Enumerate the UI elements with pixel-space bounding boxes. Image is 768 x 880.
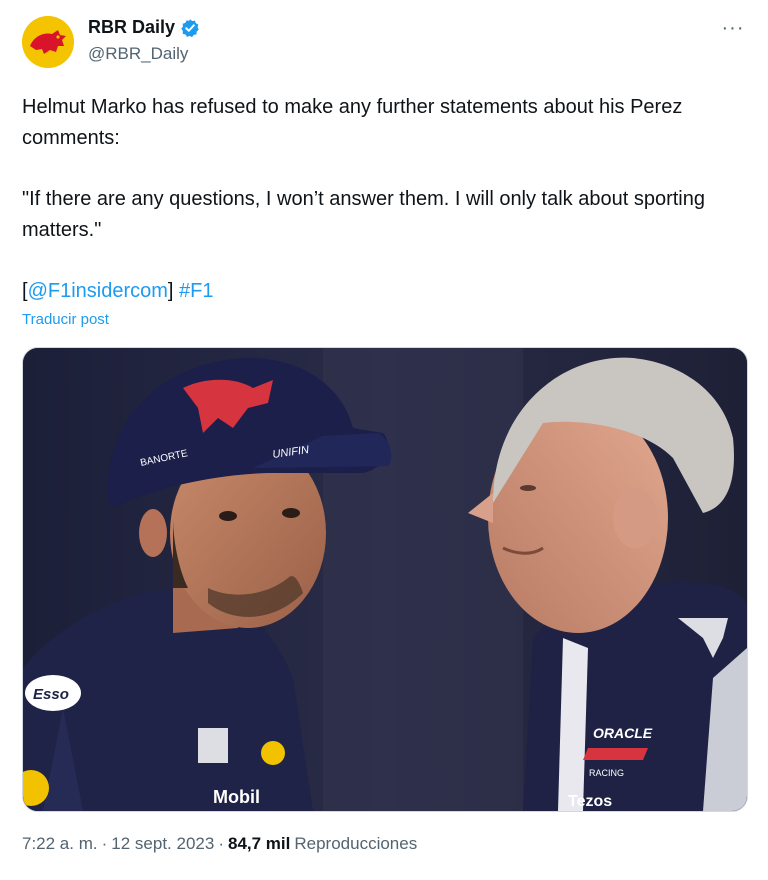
shirt-logo-racing: RACING	[589, 768, 624, 778]
views-count: 84,7 mil	[227, 834, 291, 853]
author-name-row[interactable]: RBR Daily	[88, 17, 200, 38]
tweet-time[interactable]: 7:22 a. m.	[22, 834, 98, 854]
bracket-close: ]	[167, 280, 174, 302]
photo-perez-and-marko: BANORTE UNIFIN Esso Mobil ORACLE RACING …	[23, 348, 747, 811]
tweet-meta: 7:22 a. m. · 12 sept. 2023 · 84,7 mil Re…	[22, 834, 417, 854]
mention-link[interactable]: @F1insidercom	[28, 280, 168, 302]
verified-badge-icon	[180, 18, 200, 38]
views-label: Reproducciones	[294, 834, 418, 853]
tweet-photo[interactable]: BANORTE UNIFIN Esso Mobil ORACLE RACING …	[22, 347, 748, 812]
tweet-text: Helmut Marko has refused to make any fur…	[22, 92, 742, 307]
shirt-logo-tezos: Tezos	[568, 793, 612, 810]
handle[interactable]: @RBR_Daily	[88, 44, 188, 64]
tweet-tags-line: [@F1insidercom] #F1	[22, 276, 742, 307]
tweet-quote: "If there are any questions, I won’t ans…	[22, 188, 705, 241]
hashtag-link[interactable]: #F1	[179, 280, 213, 302]
meta-separator: ·	[101, 834, 108, 853]
more-options-button[interactable]: ···	[720, 17, 746, 39]
display-name[interactable]: RBR Daily	[88, 17, 175, 38]
tweet-date[interactable]: 12 sept. 2023	[111, 834, 214, 854]
red-bull-logo-icon	[22, 16, 74, 68]
translate-post-link[interactable]: Traducir post	[22, 311, 109, 328]
shirt-logo-oracle: ORACLE	[593, 725, 653, 741]
meta-separator: ·	[218, 834, 224, 853]
tweet-line-1: Helmut Marko has refused to make any fur…	[22, 96, 683, 149]
avatar[interactable]	[22, 16, 74, 68]
svg-text:Mobil: Mobil	[213, 787, 260, 807]
shirt-logo-esso: Esso	[33, 686, 69, 703]
